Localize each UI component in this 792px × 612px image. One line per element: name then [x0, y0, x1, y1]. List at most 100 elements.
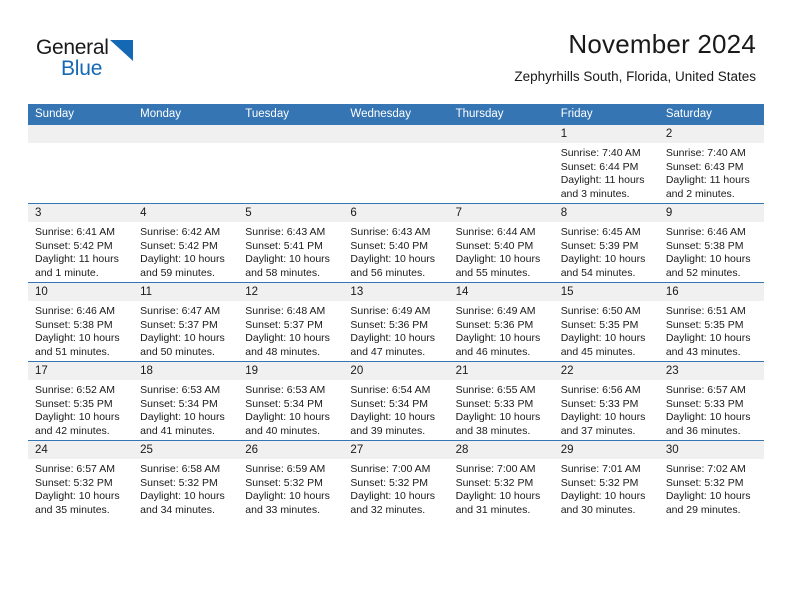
sunset-time: Sunset: 5:34 PM [140, 397, 218, 410]
daylight-duration-line2: and 36 minutes. [665, 424, 741, 437]
day-number: 2 [658, 125, 764, 143]
daylight-duration-line2: and 59 minutes. [140, 266, 215, 279]
calendar-day-cell[interactable]: 12 Sunrise: 6:48 AM Sunset: 5:37 PM Dayligh… [238, 282, 344, 362]
day-number: 21 [448, 362, 554, 380]
calendar-day-cell[interactable]: 11 Sunrise: 6:47 AM Sunset: 5:37 PM Dayligh… [133, 282, 239, 362]
sunrise-time: Sunrise: 6:43 AM [350, 226, 431, 238]
calendar-day-cell[interactable]: 24 Sunrise: 6:57 AM Sunset: 5:32 PM Dayligh… [28, 440, 134, 519]
sunrise-time: Sunrise: 6:45 AM [560, 226, 641, 238]
calendar-day-cell[interactable]: 1 Sunrise: 7:40 AM Sunset: 6:44 PM Daylight… [553, 125, 659, 204]
daylight-duration-line2: and 2 minutes. [665, 187, 735, 200]
weekday-header-saturday: Saturday [658, 104, 764, 125]
calendar-day-cell[interactable]: 22 Sunrise: 6:56 AM Sunset: 5:33 PM Dayligh… [553, 361, 659, 441]
sunset-time: Sunset: 5:32 PM [455, 476, 534, 489]
day-number [28, 125, 134, 143]
calendar-day-cell[interactable]: 30 Sunrise: 7:02 AM Sunset: 5:32 PM Dayligh… [658, 440, 764, 519]
day-details: Sunrise: 6:46 AM Sunset: 5:38 PM Daylight:… [659, 222, 764, 280]
sunrise-time: Sunrise: 6:51 AM [665, 305, 746, 317]
day-number: 7 [448, 204, 554, 222]
daylight-duration-line1: Daylight: 10 hours [665, 490, 751, 502]
calendar-day-cell[interactable]: 27 Sunrise: 7:00 AM Sunset: 5:32 PM Dayligh… [343, 440, 449, 519]
day-number: 17 [28, 362, 134, 380]
day-details: Sunrise: 6:51 AM Sunset: 5:35 PM Daylight:… [659, 301, 764, 359]
sunrise-time: Sunrise: 6:57 AM [35, 463, 115, 475]
calendar-day-cell[interactable]: 20 Sunrise: 6:54 AM Sunset: 5:34 PM Dayligh… [343, 361, 449, 441]
sunrise-time: Sunrise: 6:41 AM [35, 226, 115, 238]
day-details: Sunrise: 6:59 AM Sunset: 5:32 PM Daylight:… [238, 459, 343, 517]
day-details: Sunrise: 6:58 AM Sunset: 5:32 PM Daylight:… [133, 459, 238, 517]
day-details: Sunrise: 7:00 AM Sunset: 5:32 PM Daylight:… [343, 459, 448, 517]
day-details: Sunrise: 6:43 AM Sunset: 5:41 PM Daylight:… [238, 222, 343, 280]
sunrise-time: Sunrise: 6:56 AM [560, 384, 641, 396]
daylight-duration-line2: and 45 minutes. [560, 345, 636, 358]
daylight-duration-line2: and 35 minutes. [35, 503, 110, 516]
weekday-header-monday: Monday [133, 104, 239, 125]
calendar-day-cell[interactable]: 25 Sunrise: 6:58 AM Sunset: 5:32 PM Dayligh… [133, 440, 239, 519]
daylight-duration-line1: Daylight: 10 hours [560, 332, 646, 344]
calendar-day-cell[interactable]: 5 Sunrise: 6:43 AM Sunset: 5:41 PM Daylight… [238, 203, 344, 283]
sunset-time: Sunset: 5:35 PM [35, 397, 113, 410]
sunrise-time: Sunrise: 7:40 AM [665, 147, 746, 159]
sunset-time: Sunset: 5:34 PM [245, 397, 323, 410]
daylight-duration-line2: and 54 minutes. [560, 266, 636, 279]
sunset-time: Sunset: 5:32 PM [560, 476, 639, 489]
sunset-time: Sunset: 5:32 PM [350, 476, 429, 489]
sunrise-time: Sunrise: 6:49 AM [455, 305, 536, 317]
calendar-day-cell[interactable]: 3 Sunrise: 6:41 AM Sunset: 5:42 PM Daylight… [28, 203, 134, 283]
daylight-duration-line2: and 46 minutes. [455, 345, 531, 358]
calendar-day-cell[interactable]: 6 Sunrise: 6:43 AM Sunset: 5:40 PM Daylight… [343, 203, 449, 283]
day-details: Sunrise: 6:53 AM Sunset: 5:34 PM Daylight:… [133, 380, 238, 438]
sunrise-time: Sunrise: 6:47 AM [140, 305, 221, 317]
calendar-day-cell[interactable]: 29 Sunrise: 7:01 AM Sunset: 5:32 PM Dayligh… [553, 440, 659, 519]
calendar-day-cell[interactable]: 28 Sunrise: 7:00 AM Sunset: 5:32 PM Dayligh… [448, 440, 554, 519]
daylight-duration-line1: Daylight: 10 hours [665, 253, 751, 265]
day-number: 24 [28, 441, 134, 459]
day-number: 20 [343, 362, 449, 380]
calendar-day-cell[interactable]: 15 Sunrise: 6:50 AM Sunset: 5:35 PM Dayligh… [553, 282, 659, 362]
calendar-day-cell[interactable]: 7 Sunrise: 6:44 AM Sunset: 5:40 PM Daylight… [448, 203, 554, 283]
sunset-time: Sunset: 5:32 PM [35, 476, 113, 489]
day-details: Sunrise: 6:53 AM Sunset: 5:34 PM Daylight:… [238, 380, 343, 438]
day-number: 11 [133, 283, 239, 301]
daylight-duration-line1: Daylight: 10 hours [245, 490, 330, 502]
page-subtitle: Zephyrhills South, Florida, United State… [514, 69, 756, 84]
sunrise-time: Sunrise: 6:58 AM [140, 463, 221, 475]
daylight-duration-line1: Daylight: 10 hours [350, 332, 436, 344]
calendar-day-cell[interactable]: 14 Sunrise: 6:49 AM Sunset: 5:36 PM Dayligh… [448, 282, 554, 362]
calendar-day-cell-empty [28, 125, 134, 204]
calendar-day-cell[interactable]: 26 Sunrise: 6:59 AM Sunset: 5:32 PM Dayligh… [238, 440, 344, 519]
day-number: 4 [133, 204, 239, 222]
day-number: 12 [238, 283, 344, 301]
daylight-duration-line2: and 32 minutes. [350, 503, 426, 516]
sunrise-time: Sunrise: 6:46 AM [35, 305, 115, 317]
sunset-time: Sunset: 5:39 PM [560, 239, 639, 252]
calendar-day-cell-empty [133, 125, 239, 204]
calendar-day-cell[interactable]: 13 Sunrise: 6:49 AM Sunset: 5:36 PM Dayligh… [343, 282, 449, 362]
calendar-day-cell[interactable]: 16 Sunrise: 6:51 AM Sunset: 5:35 PM Dayligh… [658, 282, 764, 362]
daylight-duration-line2: and 58 minutes. [245, 266, 320, 279]
calendar-day-cell[interactable]: 18 Sunrise: 6:53 AM Sunset: 5:34 PM Dayligh… [133, 361, 239, 441]
daylight-duration-line2: and 40 minutes. [245, 424, 320, 437]
daylight-duration-line1: Daylight: 10 hours [35, 490, 120, 502]
calendar-day-cell[interactable]: 10 Sunrise: 6:46 AM Sunset: 5:38 PM Dayligh… [28, 282, 134, 362]
calendar-week-row: 17 Sunrise: 6:52 AM Sunset: 5:35 PM Dayligh… [28, 361, 764, 441]
general-blue-logo: General Blue [36, 36, 176, 82]
calendar-day-cell[interactable]: 2 Sunrise: 7:40 AM Sunset: 6:43 PM Daylight… [658, 125, 764, 204]
calendar-day-cell[interactable]: 19 Sunrise: 6:53 AM Sunset: 5:34 PM Dayligh… [238, 361, 344, 441]
daylight-duration-line2: and 30 minutes. [560, 503, 636, 516]
daylight-duration-line1: Daylight: 10 hours [665, 332, 751, 344]
calendar-day-cell[interactable]: 21 Sunrise: 6:55 AM Sunset: 5:33 PM Dayligh… [448, 361, 554, 441]
calendar-week-row: 10 Sunrise: 6:46 AM Sunset: 5:38 PM Dayligh… [28, 282, 764, 362]
sunset-time: Sunset: 5:42 PM [140, 239, 218, 252]
calendar-table: Sunday Monday Tuesday Wednesday Thursday… [28, 104, 764, 519]
day-details: Sunrise: 6:45 AM Sunset: 5:39 PM Daylight:… [554, 222, 659, 280]
calendar-day-cell[interactable]: 23 Sunrise: 6:57 AM Sunset: 5:33 PM Dayligh… [658, 361, 764, 441]
calendar-day-cell[interactable]: 4 Sunrise: 6:42 AM Sunset: 5:42 PM Daylight… [133, 203, 239, 283]
calendar-day-cell[interactable]: 17 Sunrise: 6:52 AM Sunset: 5:35 PM Dayligh… [28, 361, 134, 441]
daylight-duration-line1: Daylight: 10 hours [35, 411, 120, 423]
calendar-day-cell[interactable]: 9 Sunrise: 6:46 AM Sunset: 5:38 PM Daylight… [658, 203, 764, 283]
day-details: Sunrise: 6:46 AM Sunset: 5:38 PM Daylight:… [28, 301, 133, 359]
sunrise-time: Sunrise: 7:00 AM [455, 463, 536, 475]
calendar-day-cell[interactable]: 8 Sunrise: 6:45 AM Sunset: 5:39 PM Daylight… [553, 203, 659, 283]
sunrise-time: Sunrise: 7:01 AM [560, 463, 641, 475]
